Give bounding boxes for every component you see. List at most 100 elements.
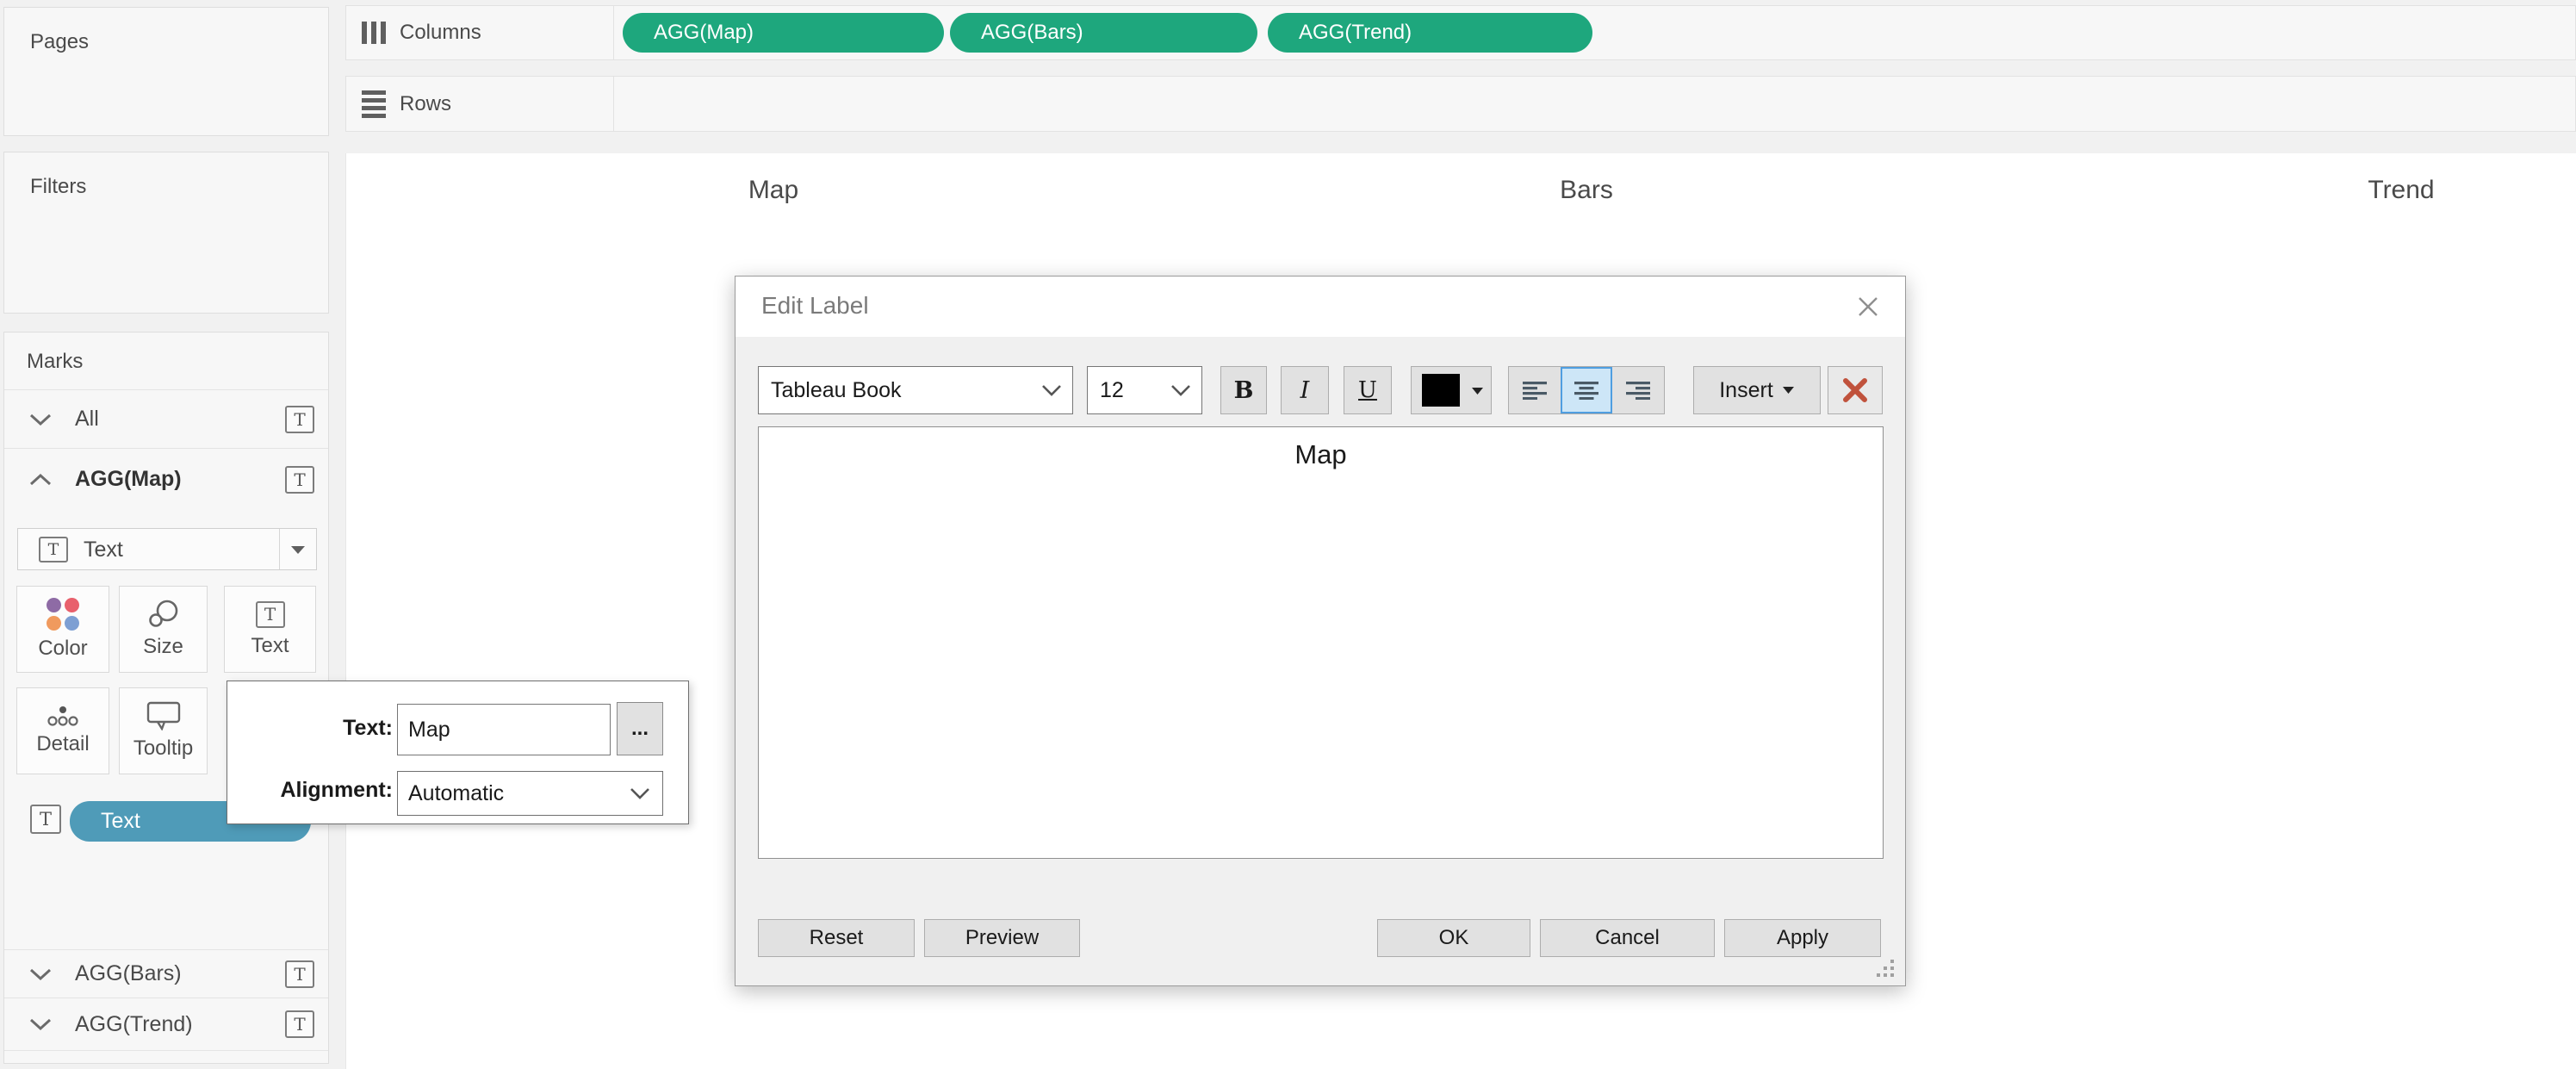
pill-agg-map[interactable]: AGG(Map) <box>623 13 944 53</box>
dialog-title: Edit Label <box>761 292 869 319</box>
filters-shelf[interactable]: Filters <box>3 152 329 314</box>
pages-shelf-label: Pages <box>30 30 90 53</box>
font-family-select[interactable]: Tableau Book <box>758 366 1073 414</box>
ok-button[interactable]: OK <box>1377 919 1530 957</box>
align-center-icon <box>1574 382 1598 400</box>
preview-button[interactable]: Preview <box>924 919 1080 957</box>
font-size-select[interactable]: 12 <box>1087 366 1202 414</box>
size-button[interactable]: Size <box>119 586 208 673</box>
chevron-down-icon <box>630 788 649 799</box>
align-center-button[interactable] <box>1561 367 1612 413</box>
size-button-label: Size <box>143 635 183 658</box>
cancel-button[interactable]: Cancel <box>1540 919 1715 957</box>
columns-shelf-header: Columns <box>346 6 614 59</box>
resize-grip[interactable] <box>1876 959 1895 982</box>
alignment-value: Automatic <box>408 780 505 805</box>
columns-shelf-label: Columns <box>400 21 481 44</box>
detail-icon <box>47 706 78 726</box>
text-mark-type-icon: T <box>285 465 314 494</box>
dropdown-arrow-icon <box>1472 388 1483 395</box>
alignment-field-label: Alignment: <box>280 778 393 802</box>
color-button-label: Color <box>38 637 88 660</box>
text-icon: T <box>255 600 285 628</box>
color-button[interactable]: Color <box>16 586 109 673</box>
marks-section-agg-trend-label: AGG(Trend) <box>75 1011 193 1036</box>
chevron-down-icon[interactable] <box>28 967 53 981</box>
chevron-down-icon <box>1042 385 1061 396</box>
rows-shelf-label: Rows <box>400 91 452 115</box>
bold-button[interactable]: B <box>1220 366 1267 414</box>
marks-section-agg-bars[interactable]: AGG(Bars) T <box>4 949 328 998</box>
column-header-bars[interactable]: Bars <box>1492 176 1681 205</box>
reset-button[interactable]: Reset <box>758 919 915 957</box>
marks-section-all[interactable]: All T <box>4 389 328 448</box>
marks-section-agg-bars-label: AGG(Bars) <box>75 961 182 985</box>
text-mark-type-icon: T <box>39 537 68 562</box>
dialog-titlebar[interactable]: Edit Label <box>736 277 1905 337</box>
mark-type-dropdown[interactable]: T Text <box>17 528 317 570</box>
text-mark-type-icon: T <box>285 960 314 988</box>
chevron-down-icon <box>1171 385 1190 396</box>
align-right-icon <box>1626 382 1650 400</box>
rows-shelf[interactable]: Rows <box>345 76 2576 132</box>
dropdown-divider <box>279 529 280 569</box>
edit-label-dialog: Edit Label Tableau Book 12 B I U Insert … <box>735 276 1906 986</box>
clear-formatting-button[interactable] <box>1828 366 1883 414</box>
rows-shelf-header: Rows <box>346 77 614 131</box>
rows-icon <box>362 90 386 118</box>
text-field-label: Text: <box>343 716 393 740</box>
detail-button-label: Detail <box>36 732 90 755</box>
underline-button[interactable]: U <box>1344 366 1392 414</box>
text-mark-type-icon: T <box>30 805 61 834</box>
text-mark-type-icon: T <box>285 1010 314 1038</box>
marks-section-all-label: All <box>75 407 99 431</box>
font-color-button[interactable] <box>1411 366 1492 414</box>
pages-shelf[interactable]: Pages <box>3 7 329 136</box>
tooltip-button[interactable]: Tooltip <box>119 687 208 774</box>
close-icon[interactable] <box>1853 292 1883 321</box>
tableau-workspace: Pages Filters Marks All T AGG(Map) T T T… <box>0 0 2576 1069</box>
browse-ellipsis-button[interactable]: ... <box>617 702 663 755</box>
mark-type-value: Text <box>84 538 123 562</box>
column-header-trend[interactable]: Trend <box>2306 176 2496 205</box>
align-right-button[interactable] <box>1612 367 1664 413</box>
text-button-label: Text <box>251 633 289 657</box>
alignment-select[interactable]: Automatic <box>397 771 663 816</box>
align-left-icon <box>1523 382 1547 400</box>
font-family-value: Tableau Book <box>771 377 902 402</box>
insert-menu-button[interactable]: Insert <box>1693 366 1821 414</box>
columns-icon <box>362 22 386 44</box>
chevron-up-icon[interactable] <box>28 473 53 487</box>
column-header-map[interactable]: Map <box>679 176 868 205</box>
align-left-button[interactable] <box>1509 367 1561 413</box>
tooltip-button-label: Tooltip <box>133 736 194 760</box>
marks-section-agg-trend[interactable]: AGG(Trend) T <box>4 998 328 1051</box>
font-color-swatch <box>1422 374 1460 407</box>
chevron-down-icon[interactable] <box>28 413 53 426</box>
font-size-value: 12 <box>1100 377 1124 402</box>
insert-label: Insert <box>1719 377 1773 402</box>
text-button[interactable]: T Text <box>224 586 316 673</box>
alignment-button-group <box>1508 366 1665 414</box>
dropdown-arrow-icon[interactable] <box>290 545 306 555</box>
chevron-down-icon[interactable] <box>28 1017 53 1031</box>
label-editor-textarea[interactable]: Map <box>758 426 1884 859</box>
columns-shelf[interactable]: Columns AGG(Map) AGG(Bars) AGG(Trend) <box>345 5 2576 60</box>
tooltip-icon <box>146 701 180 730</box>
apply-button[interactable]: Apply <box>1724 919 1881 957</box>
detail-button[interactable]: Detail <box>16 687 109 774</box>
pill-agg-trend[interactable]: AGG(Trend) <box>1268 13 1592 53</box>
pill-agg-bars[interactable]: AGG(Bars) <box>950 13 1257 53</box>
text-mark-type-icon: T <box>285 405 314 433</box>
marks-section-agg-map-label: AGG(Map) <box>75 467 182 491</box>
red-x-icon <box>1843 378 1867 402</box>
filters-shelf-label: Filters <box>30 175 87 198</box>
label-popover: Text: ... Alignment: Automatic <box>227 681 689 824</box>
italic-button[interactable]: I <box>1281 366 1329 414</box>
color-icon <box>47 598 79 631</box>
size-icon <box>148 600 177 627</box>
marks-section-agg-map[interactable]: AGG(Map) T <box>4 448 328 510</box>
marks-card-label: Marks <box>27 350 84 373</box>
label-text-input[interactable] <box>397 704 611 755</box>
dropdown-arrow-icon <box>1782 387 1794 394</box>
